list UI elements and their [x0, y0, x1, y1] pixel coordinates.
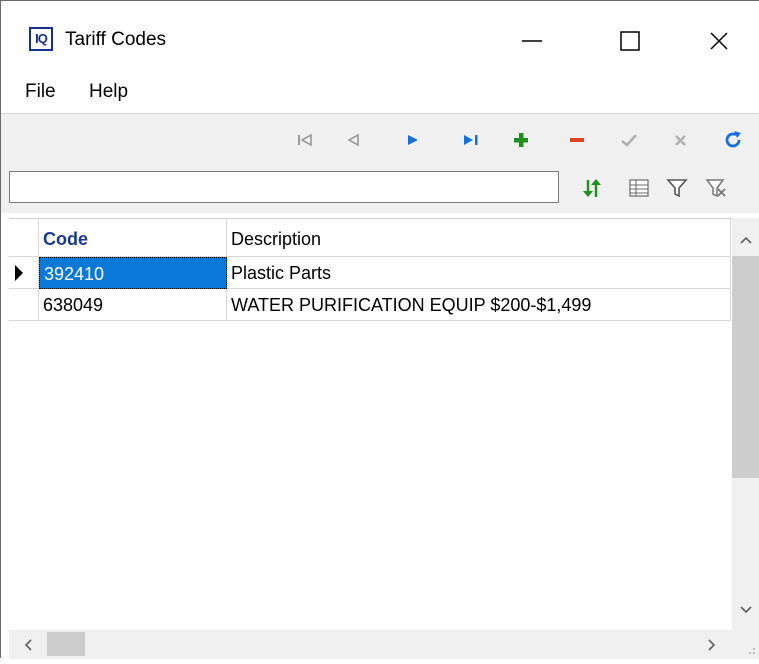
checkmark-icon: [621, 134, 637, 147]
prior-record-icon: [347, 133, 359, 147]
filter-icon: [666, 179, 688, 198]
row-indicator: [9, 289, 39, 321]
vertical-scrollbar[interactable]: [732, 218, 759, 630]
window-title: Tariff Codes: [65, 29, 167, 50]
grid-table-icon: [629, 179, 649, 197]
clear-filter-icon: [705, 179, 726, 198]
horizontal-scroll-thumb[interactable]: [47, 632, 85, 656]
add-record-button[interactable]: [507, 126, 535, 154]
minimize-button[interactable]: [507, 19, 557, 63]
table-row[interactable]: 638049 WATER PURIFICATION EQUIP $200-$1,…: [9, 289, 731, 321]
title-bar: IQ Tariff Codes: [1, 1, 759, 75]
navigation-toolbar: [1, 113, 759, 165]
next-record-button[interactable]: [399, 126, 427, 154]
cell-code[interactable]: 392410: [39, 257, 227, 289]
search-row: [1, 163, 759, 213]
x-icon: [675, 135, 686, 146]
first-record-icon: [298, 133, 312, 147]
row-indicator-header: [9, 219, 39, 257]
cancel-edit-button[interactable]: [667, 126, 695, 154]
clear-filter-button[interactable]: [702, 174, 730, 202]
menu-file[interactable]: File: [25, 81, 56, 103]
last-record-button[interactable]: [457, 126, 485, 154]
scroll-right-icon[interactable]: [707, 638, 717, 657]
cell-description[interactable]: WATER PURIFICATION EQUIP $200-$1,499: [227, 289, 731, 321]
menu-help[interactable]: Help: [89, 81, 128, 103]
menu-bar: File Help: [1, 75, 759, 111]
filter-button[interactable]: [663, 174, 691, 202]
horizontal-scrollbar[interactable]: [9, 630, 732, 659]
column-header-description[interactable]: Description: [227, 219, 731, 257]
last-record-icon: [464, 135, 478, 145]
scroll-up-icon[interactable]: [739, 232, 753, 250]
sort-arrows-icon: [583, 179, 601, 197]
size-grip-icon[interactable]: [732, 630, 759, 659]
scroll-left-icon[interactable]: [23, 638, 33, 657]
refresh-button[interactable]: [720, 126, 748, 154]
minus-icon: [570, 138, 584, 142]
cell-code[interactable]: 638049: [39, 289, 227, 321]
maximize-icon: [620, 31, 640, 51]
tariff-codes-grid: Code Description 392410 Plastic Parts 63…: [9, 218, 759, 631]
minimize-icon: [522, 40, 542, 42]
cell-description[interactable]: Plastic Parts: [227, 257, 731, 289]
scroll-down-icon[interactable]: [739, 602, 753, 620]
app-logo-icon: IQ: [29, 27, 53, 51]
prior-record-button[interactable]: [339, 126, 367, 154]
first-record-button[interactable]: [291, 126, 319, 154]
current-row-arrow-icon: [15, 265, 23, 281]
tariff-codes-window: IQ Tariff Codes File Help Code Descripti…: [0, 0, 759, 659]
refresh-icon: [725, 131, 741, 148]
search-input[interactable]: [9, 171, 559, 203]
close-button[interactable]: [694, 19, 744, 63]
sort-button[interactable]: [578, 174, 606, 202]
post-edit-button[interactable]: [615, 126, 643, 154]
table-row[interactable]: 392410 Plastic Parts: [9, 257, 731, 289]
columns-button[interactable]: [625, 174, 653, 202]
vertical-scroll-thumb[interactable]: [732, 256, 759, 478]
row-indicator: [9, 257, 39, 289]
maximize-button[interactable]: [605, 19, 655, 63]
next-record-icon: [408, 135, 418, 145]
column-header-code[interactable]: Code: [39, 219, 227, 257]
delete-record-button[interactable]: [563, 126, 591, 154]
plus-icon: [514, 133, 528, 147]
close-icon: [710, 32, 728, 50]
